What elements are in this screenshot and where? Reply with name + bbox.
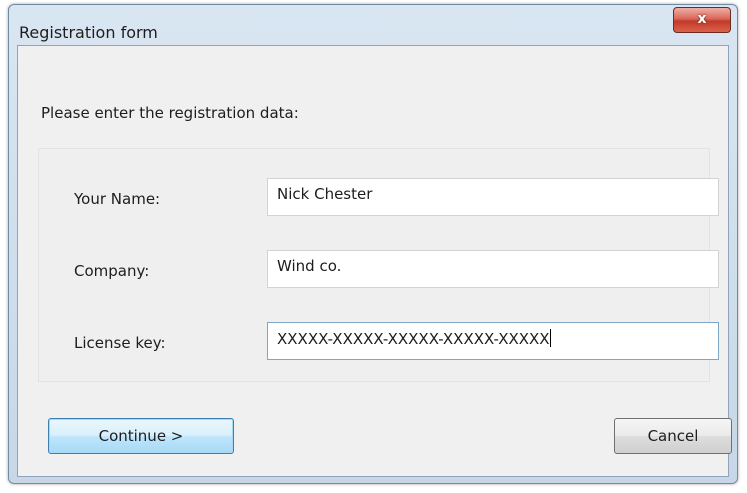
window-title: Registration form — [19, 23, 158, 42]
form-prompt: Please enter the registration data: — [41, 104, 299, 122]
company-label: Company: — [74, 262, 150, 280]
name-input[interactable]: Nick Chester — [267, 178, 719, 216]
registration-window: Registration form x Please enter the reg… — [8, 4, 738, 484]
license-key-input-value: XXXXX-XXXXX-XXXXX-XXXXX-XXXXX — [277, 330, 550, 348]
cancel-button[interactable]: Cancel — [614, 418, 732, 454]
name-input-value: Nick Chester — [277, 185, 373, 203]
continue-button[interactable]: Continue > — [48, 418, 234, 454]
text-caret — [549, 329, 551, 347]
license-key-label: License key: — [74, 334, 166, 352]
company-input[interactable]: Wind co. — [267, 250, 719, 288]
registration-fields-group: Your Name: Nick Chester Company: Wind co… — [38, 148, 719, 382]
license-key-input[interactable]: XXXXX-XXXXX-XXXXX-XXXXX-XXXXX — [267, 322, 719, 360]
close-icon: x — [697, 11, 707, 27]
name-label: Your Name: — [74, 190, 161, 208]
company-input-value: Wind co. — [277, 257, 342, 275]
close-button[interactable]: x — [673, 7, 731, 33]
form-body: Please enter the registration data: Your… — [17, 45, 732, 477]
